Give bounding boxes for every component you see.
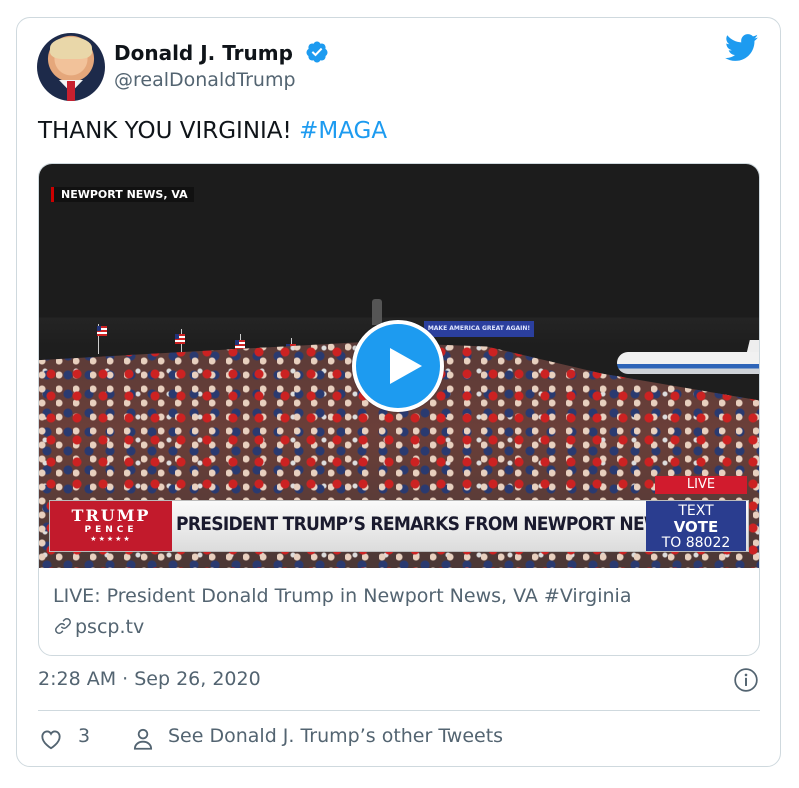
location-tag: NEWPORT NEWS, VA (51, 187, 194, 202)
avatar-tie (67, 81, 75, 101)
logo-line1: TRUMP (71, 506, 151, 525)
info-icon[interactable] (733, 667, 759, 693)
author-handle[interactable]: @realDonaldTrump (114, 69, 296, 91)
news-chyron: TRUMP PENCE ★★★★★ PRESIDENT TRUMP’S REMA… (49, 500, 749, 552)
like-count[interactable]: 3 (78, 725, 90, 747)
airplane (617, 352, 759, 374)
link-card-domain[interactable]: pscp.tv (53, 616, 144, 638)
link-icon (55, 618, 71, 634)
link-domain-text: pscp.tv (75, 616, 145, 638)
vote-line1: TEXT (678, 503, 714, 519)
video-player[interactable]: NEWPORT NEWS, VA MAKE AMERICA GREAT AGAI… (39, 164, 759, 568)
play-icon[interactable] (352, 320, 444, 412)
tweet-text: THANK YOU VIRGINIA! #MAGA (38, 118, 387, 144)
hashtag-link[interactable]: #MAGA (299, 118, 387, 144)
logo-line2: PENCE (84, 525, 138, 535)
avatar[interactable] (37, 33, 105, 101)
link-card-title[interactable]: LIVE: President Donald Trump in Newport … (53, 585, 631, 607)
twitter-bird-icon[interactable] (725, 34, 759, 62)
tweet-timestamp[interactable]: 2:28 AM · Sep 26, 2020 (38, 668, 261, 690)
flag-icon (235, 340, 245, 350)
live-badge: LIVE (655, 476, 747, 494)
avatar-hair (50, 37, 92, 59)
campaign-logo: TRUMP PENCE ★★★★★ (50, 501, 172, 551)
person-icon[interactable] (130, 726, 156, 752)
flag-icon (175, 334, 185, 344)
logo-stars: ★★★★★ (90, 535, 132, 543)
vote-line2: VOTE (673, 518, 719, 536)
author-name[interactable]: Donald J. Trump (114, 41, 293, 65)
divider (38, 710, 760, 711)
flag-icon (97, 326, 107, 336)
chyron-headline: PRESIDENT TRUMP’S REMARKS FROM NEWPORT N… (176, 513, 709, 535)
heart-icon[interactable] (38, 726, 64, 752)
stage-banner: MAKE AMERICA GREAT AGAIN! (424, 321, 534, 337)
tweet-card: Donald J. Trump @realDonaldTrump THANK Y… (16, 17, 781, 767)
podium (372, 299, 382, 325)
see-other-tweets-link[interactable]: See Donald J. Trump’s other Tweets (168, 725, 503, 747)
text-vote-box: TEXT VOTE TO 88022 (646, 501, 746, 551)
vote-line3: TO 88022 (661, 535, 731, 551)
tweet-body: THANK YOU VIRGINIA! (38, 118, 300, 144)
media-card[interactable]: NEWPORT NEWS, VA MAKE AMERICA GREAT AGAI… (38, 163, 760, 656)
verified-badge-icon (306, 41, 328, 63)
